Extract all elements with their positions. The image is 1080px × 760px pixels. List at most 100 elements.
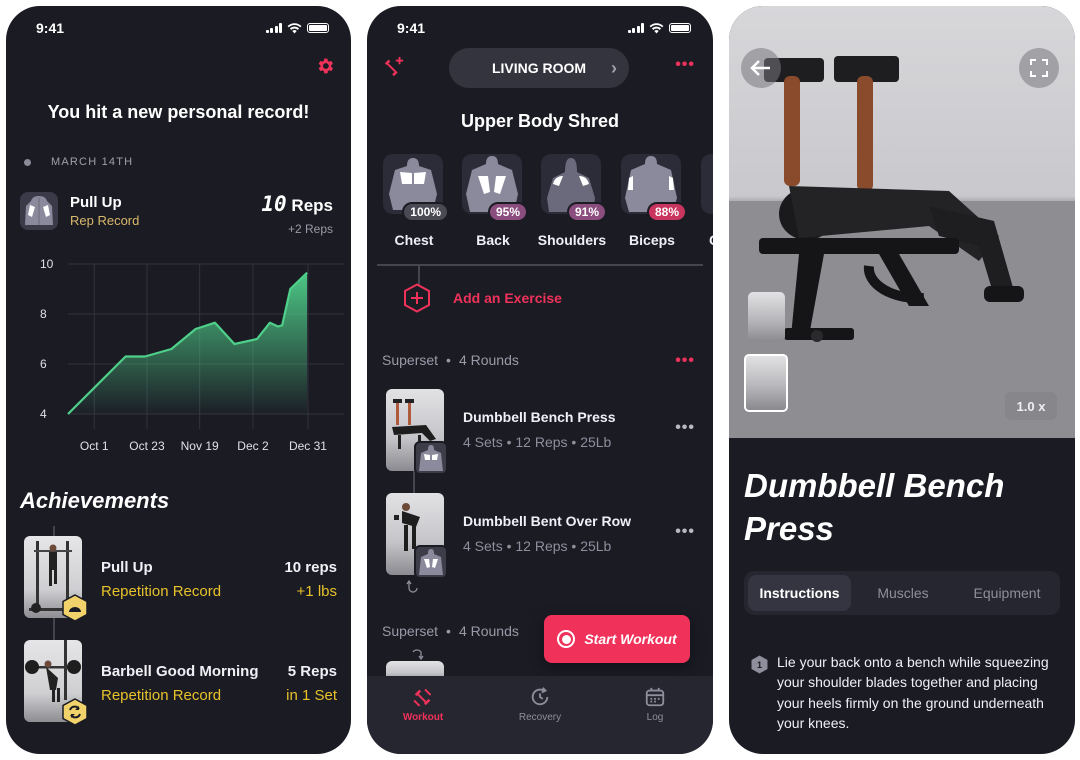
- y-tick-label: 4: [40, 407, 47, 421]
- chest-muscle-image: 100%: [383, 154, 449, 222]
- exercise-title: Dumbbell Bench Press: [744, 467, 1005, 547]
- loop-arrow-icon: [412, 649, 424, 661]
- tab-label: Log: [646, 712, 664, 723]
- exercise-options-button[interactable]: •••: [675, 419, 695, 437]
- exercise-detail-screen: 1.0 x Dumbbell Bench Press Instructions …: [729, 6, 1075, 754]
- more-options-button[interactable]: •••: [675, 56, 695, 74]
- battery-icon: [307, 23, 329, 33]
- achievement-detail: in 1 Set: [286, 687, 337, 704]
- workout-screen: 9:41 LIVING ROOM › ••• Upper Body Shred …: [367, 6, 713, 754]
- achievement-value: 5 Reps: [287, 663, 337, 680]
- status-time: 9:41: [397, 20, 426, 36]
- dumbbell-plus-icon[interactable]: [383, 56, 405, 78]
- location-selector[interactable]: LIVING ROOM ›: [449, 48, 629, 88]
- y-tick-label: 8: [40, 307, 47, 321]
- back-button[interactable]: [741, 48, 781, 88]
- x-tick-label: Oct 1: [79, 439, 109, 453]
- exercise-name: Dumbbell Bench Press: [463, 409, 616, 425]
- chevron-right-icon: ›: [611, 58, 617, 78]
- gear-icon[interactable]: [315, 56, 335, 76]
- achievement-item[interactable]: Barbell Good Morning Repetition Record 5…: [24, 640, 337, 726]
- y-tick-label: 6: [40, 357, 47, 371]
- muscle-image: [701, 154, 713, 214]
- start-workout-button[interactable]: Start Workout: [544, 615, 690, 663]
- superset-rounds: 4 Rounds: [458, 352, 519, 368]
- muscle-label: Biceps: [629, 232, 675, 248]
- muscle-card-back[interactable]: 95% Back: [462, 154, 528, 248]
- record-date: MARCH 14TH: [24, 156, 133, 168]
- muscle-group-list[interactable]: 100% Chest 95% Back 91% Shoulders 88% Bi…: [383, 154, 713, 254]
- arrow-left-icon: [750, 60, 770, 76]
- tab-muscles[interactable]: Muscles: [854, 575, 952, 611]
- record-value: 10 Reps: [261, 192, 333, 216]
- tab-equipment[interactable]: Equipment: [954, 575, 1060, 611]
- superset-header: Superset • 4 Rounds: [382, 623, 519, 639]
- muscle-label: Shoulders: [537, 232, 607, 248]
- chart-area: [68, 272, 308, 414]
- exercise-row[interactable]: Dumbbell Bent Over Row 4 Sets • 12 Reps …: [386, 493, 699, 579]
- achievement-value: 10 reps: [284, 559, 337, 576]
- tab-bar: Workout Recovery Log: [367, 676, 713, 754]
- biceps-muscle-image: 88%: [621, 154, 687, 222]
- superset-options-button[interactable]: •••: [675, 352, 695, 370]
- exercise-row[interactable]: Dumbbell Bench Press 4 Sets • 12 Reps • …: [386, 389, 699, 475]
- muscle-card-shoulders[interactable]: 91% Shoulders: [538, 154, 607, 248]
- exercise-options-button[interactable]: •••: [675, 523, 695, 541]
- tab-recovery[interactable]: Recovery: [500, 686, 580, 723]
- exercise-name: Dumbbell Bent Over Row: [463, 513, 632, 529]
- achievement-name: Pull Up: [101, 559, 153, 576]
- progress-screen: 9:41 You hit a new personal record! MARC…: [6, 6, 351, 754]
- workout-title: Upper Body Shred: [460, 111, 620, 131]
- fullscreen-icon: [1030, 59, 1048, 77]
- tab-label: Workout: [402, 712, 444, 723]
- wifi-icon: [649, 22, 664, 33]
- achievement-detail: +1 lbs: [296, 583, 337, 600]
- y-tick-label: 10: [40, 257, 54, 271]
- achievements-heading: Achievements: [20, 488, 170, 513]
- battery-icon: [669, 23, 691, 33]
- add-exercise-button[interactable]: Add an Exercise: [403, 283, 562, 313]
- date-label: MARCH 14TH: [51, 156, 134, 168]
- achievement-type: Repetition Record: [101, 687, 222, 704]
- exercise-meta: 4 Sets • 12 Reps • 25Lb: [463, 434, 612, 450]
- muscle-card-partial[interactable]: C: [701, 154, 713, 248]
- divider: [377, 264, 703, 266]
- repeat-badge-icon: [62, 698, 88, 726]
- chart-canvas: [67, 263, 344, 429]
- exercise-video[interactable]: 1.0 x: [729, 6, 1075, 438]
- tab-label: Recovery: [518, 712, 562, 723]
- playback-speed-button[interactable]: 1.0 x: [1005, 392, 1057, 420]
- achievement-item[interactable]: Pull Up Repetition Record 10 reps +1 lbs: [24, 536, 337, 622]
- calendar-icon: [645, 687, 665, 707]
- tab-workout[interactable]: Workout: [383, 686, 463, 723]
- step-text: Lie your back onto a bench while squeezi…: [777, 654, 1049, 732]
- tab-instructions[interactable]: Instructions: [748, 575, 851, 611]
- record-exercise: Pull Up: [70, 194, 122, 211]
- step-number-icon: 1: [751, 655, 768, 674]
- detail-tabs: Instructions Muscles Equipment: [744, 571, 1060, 615]
- video-thumbnail-selected[interactable]: [744, 354, 788, 412]
- muscle-back-thumbnail: [20, 192, 58, 230]
- completion-badge: 88%: [646, 202, 687, 222]
- signal-icon: [265, 23, 282, 33]
- muscle-card-chest[interactable]: 100% Chest: [383, 154, 449, 248]
- add-hexagon-icon: [404, 283, 430, 313]
- progress-chart: 4 6 8 10 Oct 1 Oct 23 Nov 19 Dec 2 Dec 31: [26, 251, 346, 456]
- x-tick-label: Dec 2: [237, 439, 269, 453]
- muscle-card-biceps[interactable]: 88% Biceps: [621, 154, 687, 248]
- status-bar: 9:41: [397, 18, 691, 38]
- loop-arrow-icon: [406, 579, 418, 593]
- superset-label: Superset: [382, 352, 439, 368]
- completion-badge: 91%: [566, 202, 607, 222]
- svg-text:1: 1: [757, 660, 762, 670]
- fullscreen-button[interactable]: [1019, 48, 1059, 88]
- record-icon: [557, 630, 576, 648]
- status-bar: 9:41: [36, 18, 329, 38]
- record-delta: +2 Reps: [287, 222, 333, 236]
- muscle-label: Back: [476, 232, 510, 248]
- tab-log[interactable]: Log: [615, 686, 695, 723]
- record-number: 10: [261, 192, 287, 216]
- video-thumbnail[interactable]: [748, 292, 785, 342]
- personal-record[interactable]: Pull Up Rep Record 10 Reps +2 Reps: [20, 192, 333, 236]
- superset-header: Superset • 4 Rounds: [382, 352, 519, 368]
